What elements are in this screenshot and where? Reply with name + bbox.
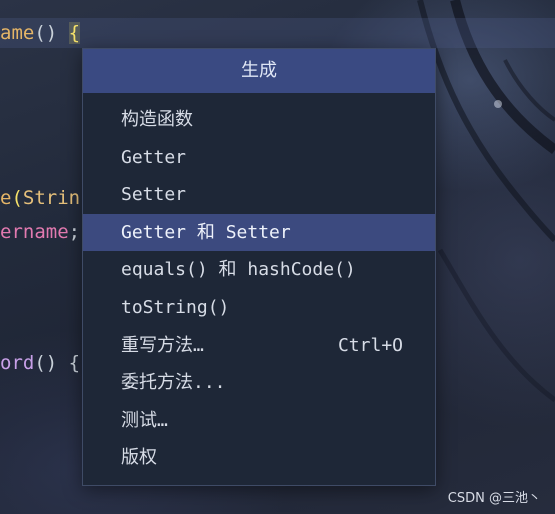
code-method-name: e: [0, 187, 12, 209]
editor-current-line-highlight: [0, 18, 555, 48]
code-line[interactable]: e(Strin: [0, 184, 80, 212]
generate-popup-menu: 生成 构造函数 Getter Setter Getter 和 Setter eq…: [82, 48, 436, 486]
menu-item-label: Getter: [121, 146, 187, 168]
code-brace: {: [68, 22, 81, 44]
menu-title: 生成: [83, 49, 435, 93]
menu-item-label: Getter 和 Setter: [121, 221, 291, 243]
code-type-name: Strin: [22, 187, 81, 209]
code-brace: {: [68, 352, 81, 374]
menu-item-label: toString(): [121, 296, 230, 318]
menu-item-constructor[interactable]: 构造函数: [83, 101, 435, 139]
code-method-name: ame: [0, 22, 35, 44]
code-field-name: ername: [0, 221, 69, 243]
menu-item-copyright[interactable]: 版权: [83, 439, 435, 477]
menu-list: 构造函数 Getter Setter Getter 和 Setter equal…: [83, 93, 435, 477]
menu-item-setter[interactable]: Setter: [83, 176, 435, 214]
code-method-name: ord: [0, 352, 35, 374]
menu-item-label: 构造函数: [121, 109, 193, 130]
menu-item-shortcut: Ctrl+O: [337, 334, 403, 356]
menu-item-delegate-methods[interactable]: 委托方法...: [83, 364, 435, 402]
code-line[interactable]: ord() {: [0, 349, 80, 377]
menu-item-label: equals() 和 hashCode(): [121, 259, 356, 281]
menu-item-override-methods[interactable]: 重写方法… Ctrl+O: [83, 327, 435, 365]
menu-item-getter[interactable]: Getter: [83, 139, 435, 177]
menu-item-label: 委托方法...: [121, 372, 226, 394]
menu-item-label: Setter: [121, 184, 187, 206]
menu-item-label: 版权: [121, 447, 157, 469]
code-line[interactable]: ame() {: [0, 19, 81, 47]
menu-item-equals-hashcode[interactable]: equals() 和 hashCode(): [83, 251, 435, 289]
menu-item-label: 测试…: [121, 409, 168, 431]
watermark-text: CSDN @三池丶: [447, 491, 541, 506]
menu-item-test[interactable]: 测试…: [83, 402, 435, 440]
code-line[interactable]: ername;: [0, 218, 80, 246]
menu-item-tostring[interactable]: toString(): [83, 289, 435, 327]
menu-item-label: 重写方法…: [121, 334, 204, 356]
menu-item-getter-and-setter[interactable]: Getter 和 Setter: [83, 213, 435, 252]
ide-screen: ame() { e(Strin ername; ord() { 生成 构造函数 …: [0, 0, 555, 514]
